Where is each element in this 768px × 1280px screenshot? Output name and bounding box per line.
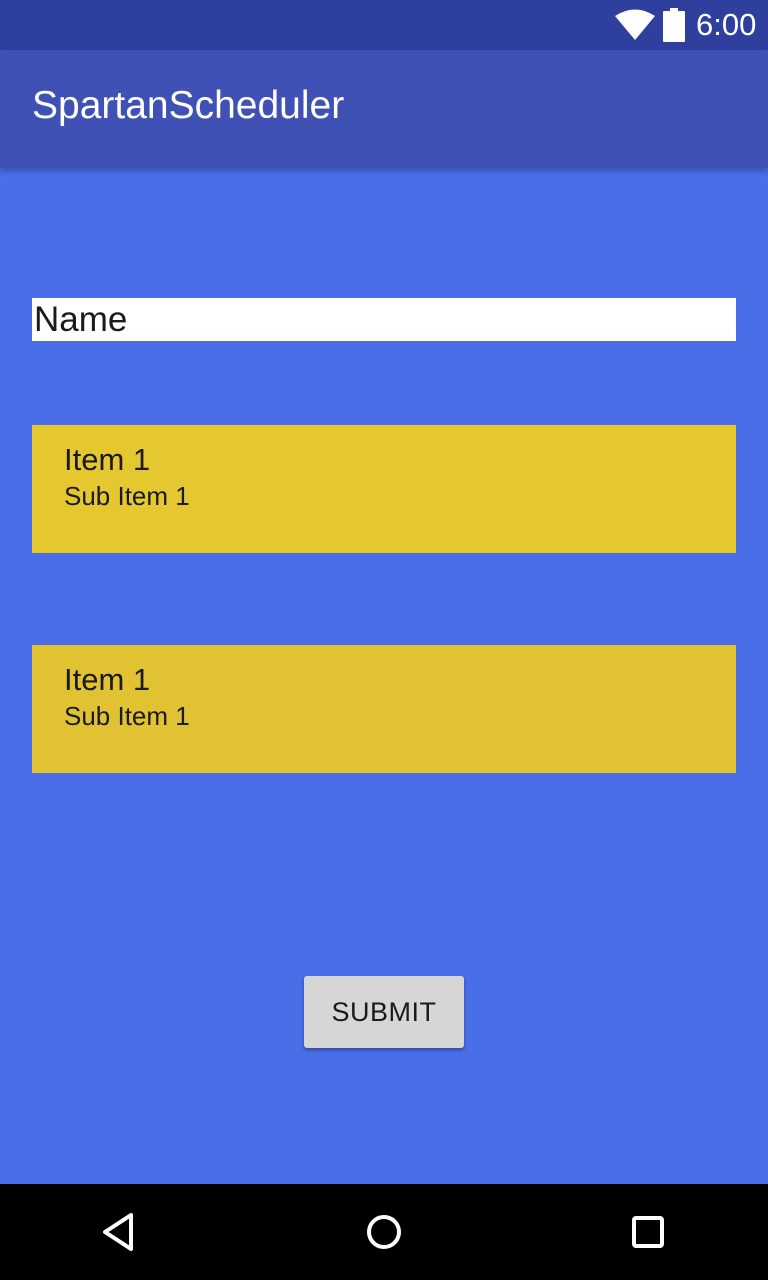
status-bar: 6:00 (0, 0, 768, 50)
wifi-icon (615, 9, 655, 40)
battery-icon (663, 8, 685, 42)
home-icon[interactable] (360, 1208, 408, 1256)
list-item-title: Item 1 (64, 442, 151, 477)
app-bar: SpartanScheduler (0, 50, 768, 168)
back-icon[interactable] (96, 1208, 144, 1256)
name-field[interactable]: Name (32, 298, 736, 341)
status-time: 6:00 (696, 7, 757, 42)
list-item[interactable]: Item 1 Sub Item 1 (32, 645, 736, 773)
navigation-bar (0, 1184, 768, 1280)
recents-icon[interactable] (624, 1208, 672, 1256)
app-title: SpartanScheduler (32, 84, 345, 127)
list-item-subtitle: Sub Item 1 (64, 701, 190, 731)
list-item-subtitle: Sub Item 1 (64, 481, 190, 511)
submit-button[interactable]: SUBMIT (304, 976, 464, 1048)
list-item-title: Item 1 (64, 662, 151, 697)
list-item[interactable]: Item 1 Sub Item 1 (32, 425, 736, 553)
